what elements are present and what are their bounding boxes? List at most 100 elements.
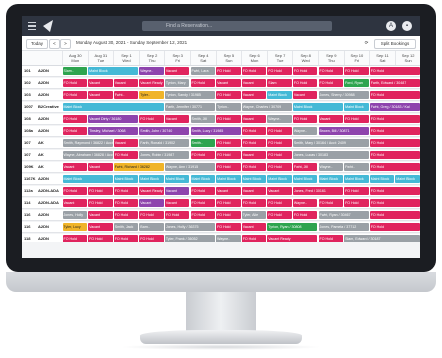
booking-block[interactable]: FO Hold: [369, 151, 420, 159]
booking-block[interactable]: Vacant: [88, 223, 113, 231]
today-button[interactable]: Today: [26, 39, 48, 49]
booking-block[interactable]: FO Hold: [62, 79, 88, 87]
booking-block[interactable]: FO Hold: [190, 151, 216, 159]
room-number[interactable]: 102: [24, 78, 38, 88]
booking-block[interactable]: Jones, Fred / 30161: [292, 187, 344, 195]
booking-block[interactable]: Vacant: [88, 79, 113, 87]
booking-block[interactable]: Vacant: [164, 67, 190, 75]
refresh-icon[interactable]: ⟳: [362, 39, 371, 47]
booking-block[interactable]: FO Hold: [292, 79, 318, 87]
booking-block[interactable]: FO Hold: [369, 139, 420, 147]
booking-block[interactable]: Tyrion, Mary: [164, 79, 190, 87]
booking-block[interactable]: Vacant: [292, 91, 318, 99]
booking-block[interactable]: FO Hold: [241, 139, 267, 147]
booking-block[interactable]: Fwht, Greg / 30183 / Kal: [369, 103, 420, 111]
booking-block[interactable]: FO Hold: [369, 199, 420, 207]
booking-block[interactable]: FO Hold: [164, 211, 190, 219]
booking-block[interactable]: FO Hold: [292, 211, 318, 219]
booking-block[interactable]: Farth, Ronald / 31902: [139, 139, 190, 147]
booking-block[interactable]: Vacant: [62, 163, 88, 171]
booking-block[interactable]: FO Hold: [139, 115, 164, 123]
booking-block[interactable]: FO Hold: [190, 211, 216, 219]
room-number[interactable]: 116: [24, 222, 38, 232]
booking-block[interactable]: Maint Block: [344, 103, 369, 111]
booking-block[interactable]: Vacant Ready: [139, 79, 164, 87]
booking-block[interactable]: Maint Block: [267, 91, 292, 99]
booking-block[interactable]: Slam..: [62, 67, 88, 75]
booking-block[interactable]: Jones, Holly: [62, 211, 88, 219]
booking-block[interactable]: FO Hold: [267, 139, 292, 147]
booking-block[interactable]: Slam: [267, 79, 292, 87]
booking-block[interactable]: FO Hold: [267, 163, 292, 171]
booking-block[interactable]: FO Hold: [344, 187, 369, 195]
booking-block[interactable]: FO Hold: [216, 139, 241, 147]
booking-block[interactable]: FO Hold: [113, 211, 139, 219]
booking-block[interactable]: Jones, Sherry / 30988: [318, 91, 369, 99]
booking-block[interactable]: Jones, Lucas / 30183: [292, 151, 369, 159]
booking-block[interactable]: Maint Block: [113, 175, 139, 183]
booking-block[interactable]: Vacant Ready: [139, 187, 164, 195]
booking-block[interactable]: Wayne..: [318, 163, 344, 171]
booking-block[interactable]: Vacant: [113, 139, 139, 147]
booking-block[interactable]: Barn..: [139, 223, 164, 231]
booking-block[interactable]: Smith..: [190, 139, 216, 147]
booking-block[interactable]: FO Hold: [139, 211, 164, 219]
room-number[interactable]: 112a: [24, 186, 38, 196]
booking-block[interactable]: Fwht, Jill: [292, 163, 318, 171]
user-avatar[interactable]: A: [386, 21, 396, 31]
next-period-button[interactable]: >: [60, 39, 71, 49]
booking-block[interactable]: Maint Block: [139, 175, 164, 183]
booking-block[interactable]: Vacant: [88, 91, 113, 99]
prev-period-button[interactable]: <: [49, 39, 60, 49]
booking-block[interactable]: Vacant Dirty / 36180: [88, 115, 139, 123]
booking-block[interactable]: Maint Block: [62, 103, 164, 111]
room-number[interactable]: 103: [24, 90, 38, 100]
booking-block[interactable]: FO Hold: [369, 223, 420, 231]
booking-block[interactable]: FO Hold: [216, 67, 241, 75]
booking-block[interactable]: FO Hold: [216, 163, 241, 171]
booking-block[interactable]: FO Hold: [88, 187, 113, 195]
booking-block[interactable]: Vacant: [113, 79, 139, 87]
booking-block[interactable]: FO Hold: [369, 127, 420, 135]
booking-block[interactable]: Maint Block: [395, 175, 420, 183]
booking-block[interactable]: Jones, Robin / 31987: [139, 151, 190, 159]
split-bookings-button[interactable]: Split Bookings: [374, 39, 416, 49]
booking-block[interactable]: Maint Block: [292, 175, 318, 183]
room-number[interactable]: 107: [24, 138, 38, 148]
booking-block[interactable]: FO Hold: [344, 67, 369, 75]
booking-block[interactable]: Tyler..: [139, 91, 164, 99]
booking-block[interactable]: Smith, Raymond / 36822 / Acct: 2417: [62, 139, 113, 147]
room-number[interactable]: 101: [24, 66, 38, 76]
booking-block[interactable]: FO Hold: [62, 115, 88, 123]
booking-block[interactable]: Vacant: [88, 211, 113, 219]
booking-block[interactable]: Fwht, Lara: [190, 67, 216, 75]
booking-block[interactable]: FO Hold: [292, 115, 318, 123]
room-number[interactable]: 116: [24, 210, 38, 220]
booking-block[interactable]: Vacant: [62, 199, 88, 207]
booking-block[interactable]: FO Hold: [216, 199, 241, 207]
booking-block[interactable]: Vacant: [267, 187, 292, 195]
booking-block[interactable]: FO Hold: [369, 163, 420, 171]
booking-block[interactable]: FO Hold: [216, 115, 241, 123]
booking-block[interactable]: Wayne..: [139, 67, 164, 75]
booking-block[interactable]: FO Hold: [344, 115, 369, 123]
booking-block[interactable]: FO Hold: [292, 67, 318, 75]
booking-block[interactable]: Maint Block: [88, 67, 139, 75]
room-number[interactable]: 1007: [24, 102, 38, 112]
booking-block[interactable]: FO Hold: [62, 127, 88, 135]
booking-block[interactable]: Maint Block: [190, 175, 216, 183]
booking-block[interactable]: FO Hold: [318, 199, 344, 207]
booking-block[interactable]: Wayne, Charles / 30709: [241, 103, 292, 111]
booking-block[interactable]: Vacant: [241, 115, 267, 123]
date-range-label[interactable]: Monday August 30, 2021 - Sunday Septembe…: [76, 39, 187, 47]
booking-block[interactable]: Vacant: [241, 79, 267, 87]
booking-block[interactable]: FO Hold: [369, 187, 420, 195]
booking-block[interactable]: Maint Block: [292, 103, 344, 111]
booking-block[interactable]: Vacant: [241, 223, 267, 231]
booking-block[interactable]: Tyler, Lucy: [62, 223, 88, 231]
booking-block[interactable]: Tinsley, Michael / 3068: [88, 127, 139, 135]
booking-block[interactable]: FO Hold: [267, 151, 292, 159]
booking-block[interactable]: Tyrion..: [216, 103, 241, 111]
booking-block[interactable]: FO Hold: [241, 163, 267, 171]
booking-block[interactable]: Vacant: [164, 199, 190, 207]
